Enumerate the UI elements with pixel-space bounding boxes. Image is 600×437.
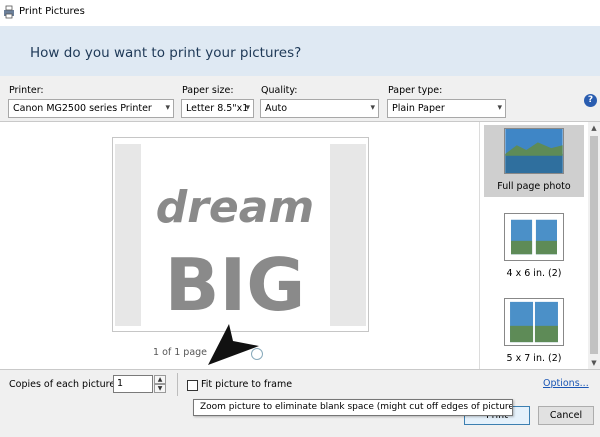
- printer-icon: [4, 5, 14, 19]
- fit-picture-label[interactable]: Fit picture to frame: [201, 379, 292, 390]
- layout-item-5x7[interactable]: 5 x 7 in. (2): [484, 295, 584, 367]
- scroll-down-icon[interactable]: ▼: [588, 357, 600, 369]
- page-info: 1 of 1 page: [153, 347, 208, 358]
- copies-label: Copies of each picture:: [9, 379, 119, 390]
- preview-area: dream BIG 1 of 1 page: [0, 122, 479, 369]
- page-preview: dream BIG: [112, 137, 369, 332]
- chevron-down-icon: ▾: [165, 103, 170, 113]
- paper-size-select[interactable]: Letter 8.5"x1 ▾: [181, 99, 254, 118]
- quality-select[interactable]: Auto ▾: [260, 99, 379, 118]
- copies-increase-button[interactable]: ▲: [154, 375, 166, 384]
- layout-label: Full page photo: [497, 181, 571, 192]
- printer-select[interactable]: Canon MG2500 series Printer ▾: [8, 99, 174, 118]
- layout-label: 5 x 7 in. (2): [506, 353, 562, 364]
- image-text-dream: dream: [156, 182, 315, 233]
- paper-type-label: Paper type:: [388, 85, 443, 96]
- copies-input[interactable]: 1: [113, 375, 153, 393]
- dream-big-image: dream BIG: [156, 182, 315, 326]
- printer-label: Printer:: [9, 85, 44, 96]
- layout-item-full-page[interactable]: Full page photo: [484, 125, 584, 197]
- layout-label: 4 x 6 in. (2): [506, 268, 562, 279]
- paper-size-label: Paper size:: [182, 85, 234, 96]
- image-text-big: BIG: [165, 243, 306, 326]
- two-photo-thumbnail-icon: [504, 213, 564, 261]
- title-bar: Print Pictures: [0, 0, 600, 26]
- cancel-button[interactable]: Cancel: [538, 406, 594, 425]
- print-settings-bar: Printer: Canon MG2500 series Printer ▾ P…: [0, 76, 600, 122]
- header-band: How do you want to print your pictures?: [0, 26, 600, 76]
- window-title: Print Pictures: [19, 6, 85, 17]
- copies-decrease-button[interactable]: ▼: [154, 384, 166, 393]
- layout-list: Full page photo 4 x 6 in. (2) 5 x 7 in. …: [479, 122, 600, 369]
- layout-item-4x6[interactable]: 4 x 6 in. (2): [484, 210, 584, 282]
- quality-label: Quality:: [261, 85, 298, 96]
- chevron-down-icon: ▾: [370, 103, 375, 113]
- two-photo-thumbnail-icon: [504, 298, 564, 346]
- divider: [177, 373, 178, 396]
- printer-value: Canon MG2500 series Printer: [13, 103, 152, 114]
- help-icon[interactable]: ?: [584, 94, 597, 107]
- options-link[interactable]: Options...: [543, 378, 589, 389]
- scroll-up-icon[interactable]: ▲: [588, 122, 600, 134]
- picture-preview: dream BIG: [141, 144, 330, 326]
- fit-picture-tooltip: Zoom picture to eliminate blank space (m…: [193, 399, 513, 416]
- pointer-arrow-icon: [208, 324, 259, 365]
- scroll-thumb[interactable]: [590, 136, 598, 354]
- quality-value: Auto: [265, 103, 288, 114]
- page-title: How do you want to print your pictures?: [30, 45, 302, 61]
- layout-scrollbar[interactable]: ▲ ▼: [588, 122, 600, 369]
- page-margin: dream BIG: [115, 144, 366, 326]
- paper-type-select[interactable]: Plain Paper ▾: [387, 99, 506, 118]
- chevron-down-icon: ▾: [497, 103, 502, 113]
- fit-picture-checkbox[interactable]: [187, 380, 198, 391]
- landscape-thumbnail-icon: [504, 128, 564, 174]
- paper-type-value: Plain Paper: [392, 103, 445, 114]
- paper-size-value: Letter 8.5"x1: [186, 103, 249, 114]
- chevron-down-icon: ▾: [245, 103, 250, 113]
